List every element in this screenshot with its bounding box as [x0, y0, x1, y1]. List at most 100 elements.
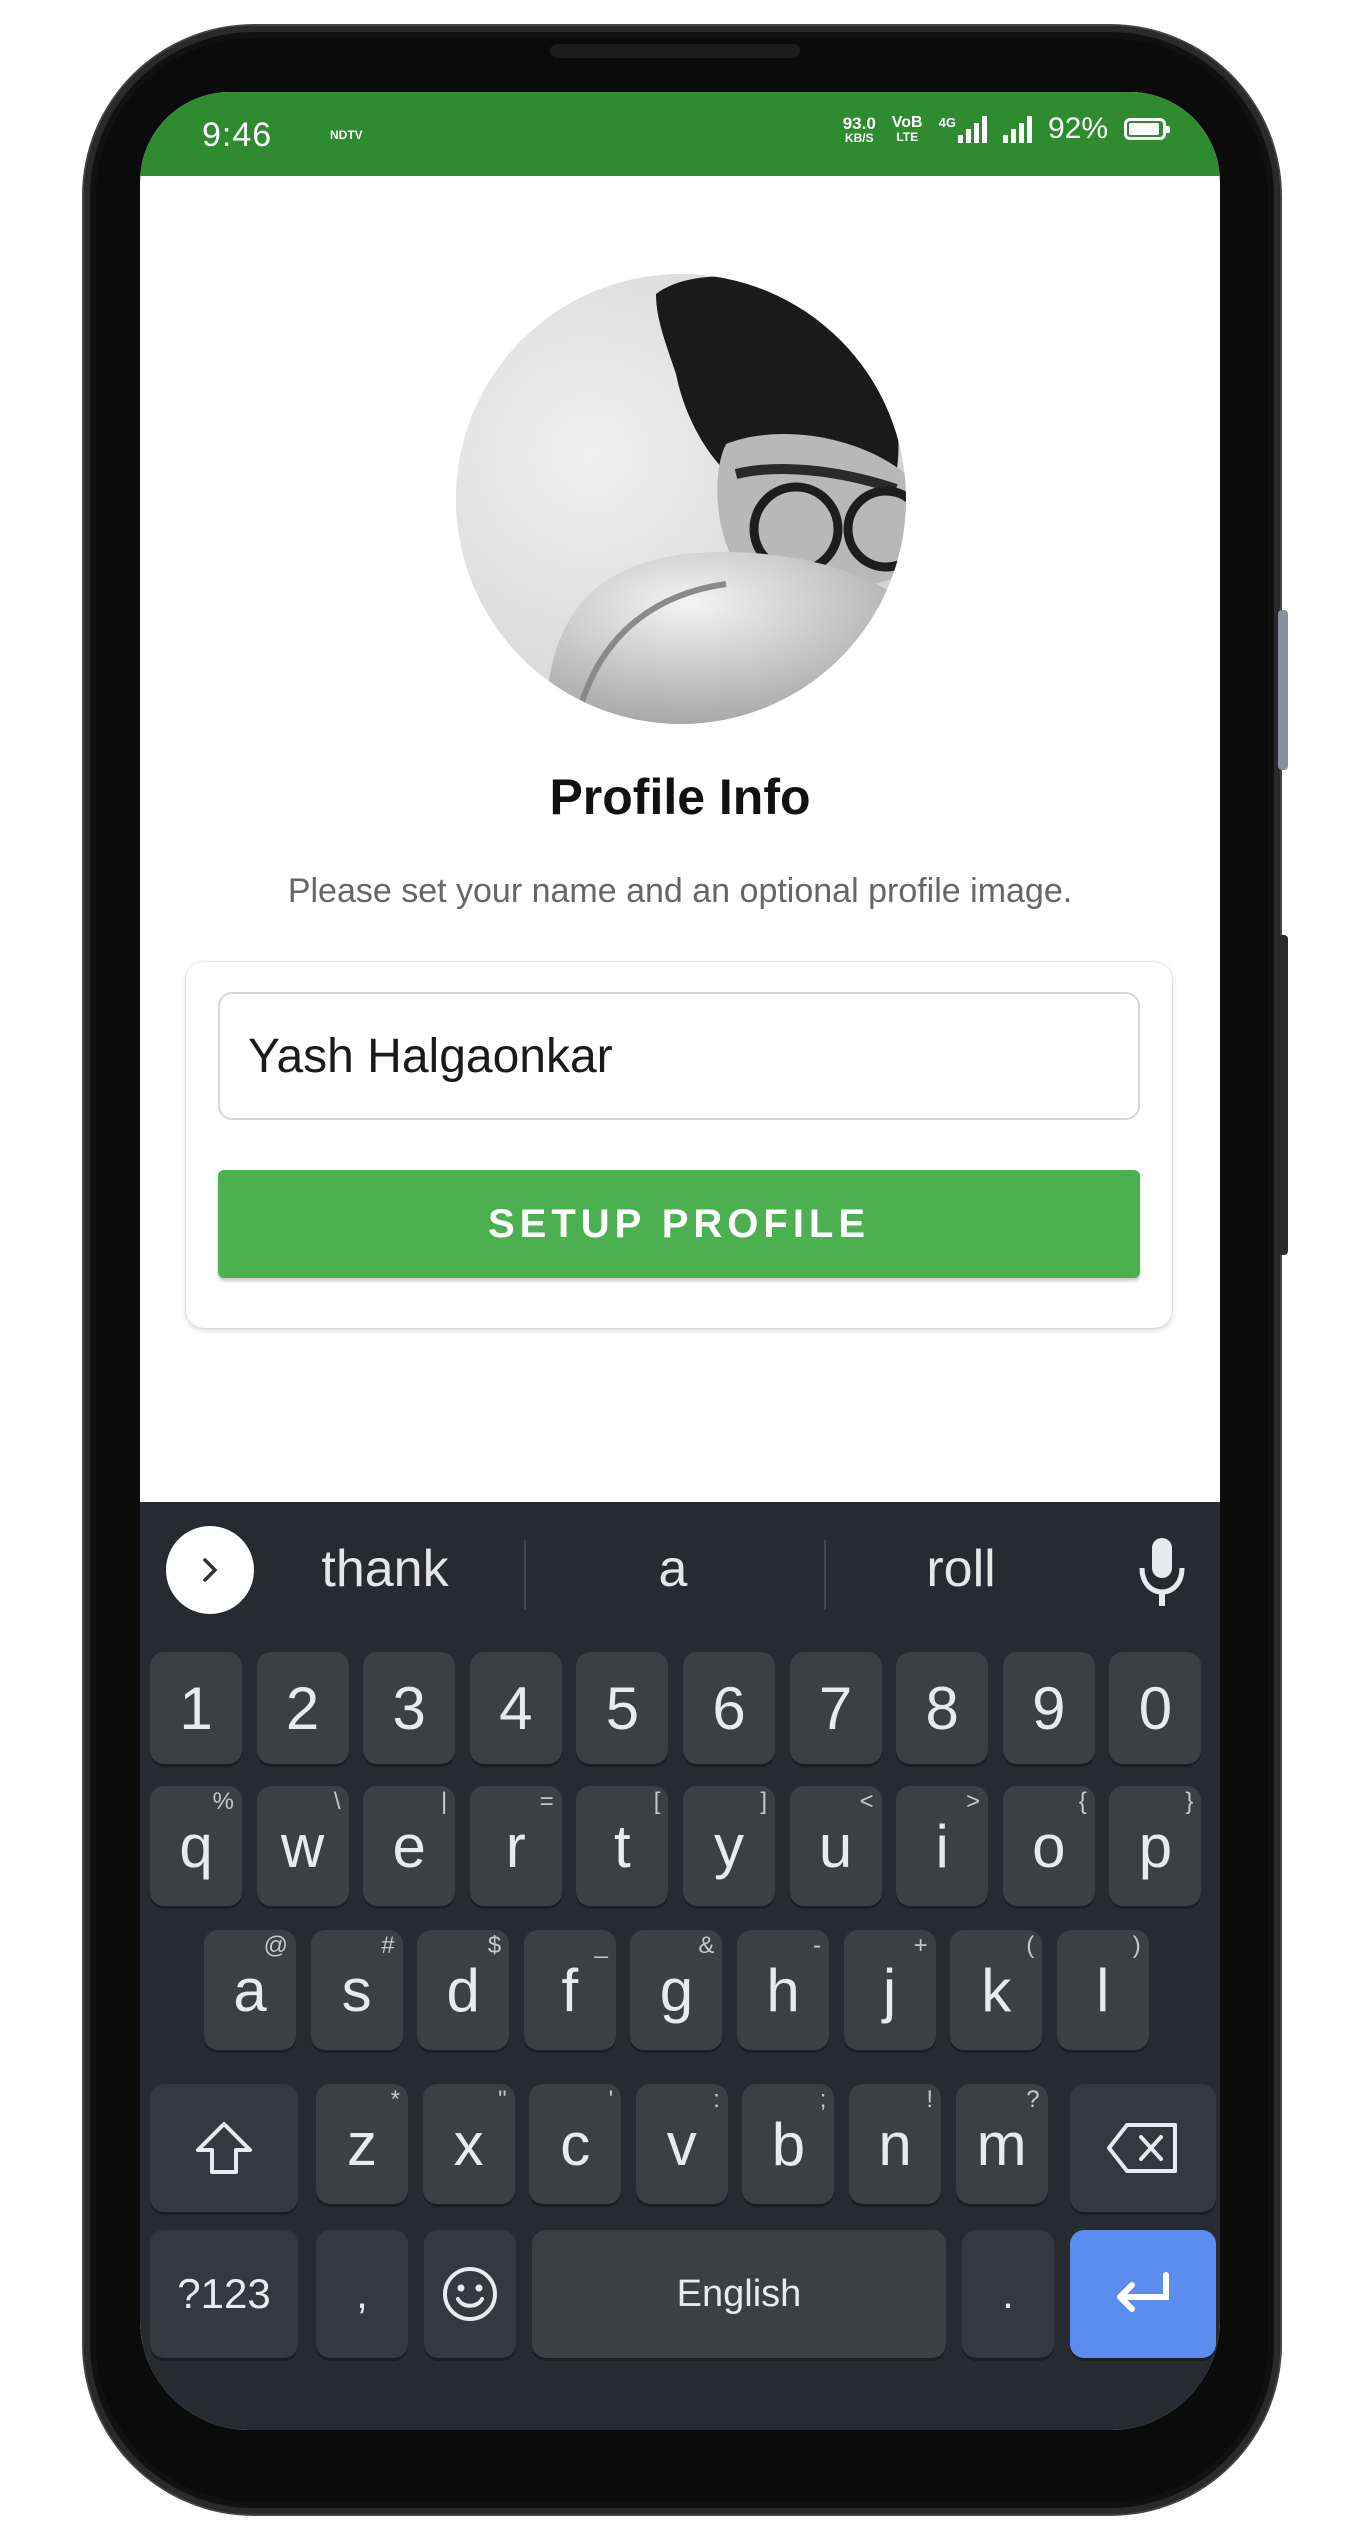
name-input[interactable] — [218, 992, 1140, 1120]
profile-avatar[interactable] — [456, 274, 906, 724]
key-secondary-label: ) — [1132, 1932, 1141, 1959]
key-j[interactable]: j + — [843, 1930, 936, 2050]
backspace-key[interactable] — [1070, 2084, 1216, 2212]
key-secondary-label: ] — [760, 1788, 767, 1815]
key-i[interactable]: i > — [896, 1786, 989, 1906]
key-r[interactable]: r = — [469, 1786, 562, 1906]
shift-key[interactable] — [150, 2084, 298, 2212]
spacebar[interactable]: English — [532, 2230, 946, 2358]
key-8[interactable]: 8 — [896, 1652, 989, 1764]
key-l[interactable]: l) — [1056, 1930, 1149, 2050]
suggestion-strip: thank a roll — [140, 1502, 1220, 1632]
key-p[interactable]: p} — [1109, 1786, 1202, 1906]
key-secondary-label: : — [713, 2086, 720, 2113]
key-label: 9 — [1032, 1674, 1066, 1742]
key-a[interactable]: a @ — [204, 1930, 296, 2050]
backspace-icon — [1107, 2123, 1177, 2173]
key-secondary-label: [ — [653, 1788, 661, 1815]
key-4[interactable]: 4 — [469, 1652, 562, 1764]
keyboard: thank a roll 1 2 3 4 5 6 7 8 9 0 q% w \ e | r = t[y] u < i > o… — [140, 1502, 1220, 2430]
key-3[interactable]: 3 — [363, 1652, 456, 1764]
key-x[interactable]: x " — [422, 2084, 515, 2204]
suggestion-1[interactable]: thank — [250, 1534, 520, 1604]
key-g[interactable]: g & — [630, 1930, 723, 2050]
signal-4g-icon: 4G — [939, 115, 987, 143]
comma-key[interactable]: , — [316, 2230, 408, 2358]
emoji-icon — [443, 2267, 497, 2321]
key-b[interactable]: b; — [742, 2084, 835, 2204]
key-k[interactable]: k( — [950, 1930, 1043, 2050]
shift-arrow-icon — [196, 2122, 252, 2174]
key-e[interactable]: e | — [363, 1786, 456, 1906]
key-secondary-label: _ — [594, 1932, 608, 1959]
key-label: j — [882, 1956, 897, 2024]
key-label: n — [878, 2110, 912, 2178]
key-secondary-label: - — [813, 1932, 821, 1959]
key-9[interactable]: 9 — [1002, 1652, 1095, 1764]
key-2[interactable]: 2 — [256, 1652, 349, 1764]
key-secondary-label: # — [381, 1932, 395, 1959]
key-s[interactable]: s # — [310, 1930, 403, 2050]
key-label: e — [392, 1812, 426, 1880]
key-v[interactable]: v: — [635, 2084, 728, 2204]
period-key[interactable]: . — [962, 2230, 1054, 2358]
key-c[interactable]: c ' — [529, 2084, 622, 2204]
key-h[interactable]: h- — [737, 1930, 829, 2050]
key-t[interactable]: t[ — [576, 1786, 669, 1906]
key-o[interactable]: o{ — [1002, 1786, 1095, 1906]
suggestion-divider — [524, 1540, 526, 1610]
volte-top: VoB — [891, 114, 923, 131]
key-label: 4 — [499, 1674, 533, 1742]
key-secondary-label: } — [1185, 1788, 1194, 1815]
key-label: 3 — [392, 1674, 426, 1742]
key-secondary-label: % — [212, 1788, 234, 1815]
network-speed-unit: KB/S — [844, 130, 874, 145]
signal-bars-icon — [1002, 115, 1032, 143]
page-subtitle: Please set your name and an optional pro… — [287, 872, 1073, 910]
status-time: 9:46 — [202, 116, 273, 154]
key-f[interactable]: f _ — [523, 1930, 616, 2050]
profile-photo — [456, 274, 906, 724]
key-label: 8 — [925, 1674, 959, 1742]
emoji-key[interactable] — [424, 2230, 516, 2358]
key-7[interactable]: 7 — [789, 1652, 882, 1764]
key-u[interactable]: u < — [789, 1786, 882, 1906]
key-n[interactable]: n! — [849, 2084, 941, 2204]
microphone-icon[interactable] — [1132, 1532, 1192, 1612]
key-label: 0 — [1138, 1674, 1173, 1742]
key-label: v — [666, 2110, 697, 2178]
network-speed: 93.0 KB/S — [843, 115, 876, 144]
status-icons: 93.0 KB/S VoB LTE 4G 92% — [843, 112, 1170, 146]
enter-key[interactable] — [1070, 2230, 1216, 2358]
status-bar: 9:46 NDTV 93.0 KB/S VoB LTE 4G 92% — [140, 92, 1220, 176]
key-z[interactable]: z * — [316, 2084, 408, 2204]
suggestion-3[interactable]: roll — [826, 1534, 1096, 1604]
key-secondary-label: | — [440, 1788, 448, 1815]
symbols-key[interactable]: ?123 — [150, 2230, 298, 2358]
enter-icon — [1117, 2272, 1169, 2312]
suggestion-2[interactable]: a — [538, 1534, 808, 1604]
key-secondary-label: " — [498, 2086, 507, 2113]
key-6[interactable]: 6 — [683, 1652, 775, 1764]
ndtv-notification-icon: NDTV — [330, 128, 363, 142]
key-w[interactable]: w \ — [256, 1786, 349, 1906]
key-5[interactable]: 5 — [576, 1652, 669, 1764]
key-secondary-label: * — [390, 2086, 400, 2113]
key-m[interactable]: m? — [955, 2084, 1048, 2204]
key-0[interactable]: 0 — [1109, 1652, 1202, 1764]
volte-bottom: LTE — [896, 130, 919, 144]
key-d[interactable]: d $ — [417, 1930, 510, 2050]
key-label: g — [659, 1956, 694, 2024]
key-1[interactable]: 1 — [150, 1652, 242, 1764]
key-secondary-label: ! — [926, 2086, 933, 2113]
key-q[interactable]: q% — [150, 1786, 242, 1906]
key-y[interactable]: y] — [683, 1786, 775, 1906]
key-label: m — [976, 2110, 1027, 2178]
setup-profile-button[interactable]: SETUP PROFILE — [218, 1170, 1140, 1278]
key-label: q — [179, 1812, 213, 1880]
key-label: u — [818, 1812, 853, 1880]
key-label: f — [561, 1956, 579, 2024]
key-label: b — [771, 2110, 806, 2178]
chevron-right-icon[interactable] — [166, 1526, 254, 1614]
key-label: l — [1096, 1956, 1110, 2024]
